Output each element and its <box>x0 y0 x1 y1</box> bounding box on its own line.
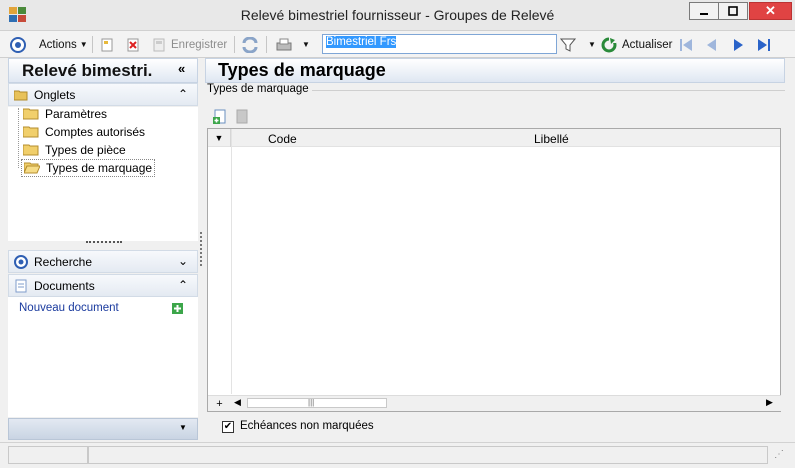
expand-chevron-icon: ⌄ <box>177 254 188 268</box>
target-button[interactable] <box>10 35 26 54</box>
tree-item-comptes-autorises[interactable]: Comptes autorisés <box>23 124 145 140</box>
maximize-button[interactable] <box>718 2 748 20</box>
splitter-grip[interactable] <box>86 241 122 244</box>
folder-icon <box>23 108 39 120</box>
documents-panel <box>8 297 198 417</box>
search-input[interactable]: Bimestriel Frs <box>322 34 557 54</box>
tree-item-label: Comptes autorisés <box>45 125 146 139</box>
grid-header: ▼ Code Libellé <box>208 129 780 147</box>
tree-connector <box>18 108 19 168</box>
tree-item-label: Types de pièce <box>45 143 126 157</box>
tabs-section-label: Onglets <box>34 87 76 102</box>
status-cell <box>88 446 768 464</box>
column-chooser-icon[interactable]: ▼ <box>208 129 231 147</box>
print-button[interactable]: ▼ <box>274 35 310 54</box>
document-icon <box>15 279 27 292</box>
close-button[interactable]: ✕ <box>749 2 792 20</box>
open-folder-icon <box>24 162 40 174</box>
row-indicator-column <box>231 129 232 394</box>
target-icon <box>10 36 26 53</box>
documents-section-label: Documents <box>34 278 95 293</box>
delete-icon <box>127 38 139 51</box>
delete-row-icon[interactable] <box>234 109 250 125</box>
collapse-chevron-icon: ⌃ <box>177 278 188 292</box>
tree-item-label: Paramètres <box>45 107 108 121</box>
folder-icon <box>23 126 39 138</box>
echeances-checkbox[interactable]: ✔ <box>222 421 234 433</box>
resize-grip-icon[interactable]: ⋰ <box>774 449 784 460</box>
refresh-label: Actualiser <box>622 38 673 51</box>
status-bar: ⋰ <box>0 442 795 468</box>
dropdown-arrow-icon: ▼ <box>179 423 187 432</box>
data-grid[interactable]: ▼ Code Libellé + ◀ ▶ ||| <box>207 128 781 412</box>
tabs-section-header[interactable]: Onglets ⌃ <box>8 83 198 106</box>
dropdown-arrow-icon: ▼ <box>302 40 310 49</box>
toolbar: Actions ▼ Enregistrer ▼ Bimestriel Frs ▼… <box>0 31 795 58</box>
tree-item-label: Types de marquage <box>46 161 153 175</box>
maximize-icon <box>728 6 738 16</box>
delete-button[interactable] <box>125 35 141 54</box>
group-divider <box>311 90 785 91</box>
group-label: Types de marquage <box>207 83 312 95</box>
new-document-icon <box>101 38 113 51</box>
scroll-left-icon[interactable]: ◀ <box>234 397 241 408</box>
tree-item-types-de-piece[interactable]: Types de pièce <box>23 142 126 158</box>
echeances-checkbox-label: Echéances non marquées <box>240 420 374 432</box>
search-section-label: Recherche <box>34 254 93 269</box>
main-header: Types de marquage <box>205 58 785 83</box>
last-record-icon[interactable] <box>756 37 772 53</box>
scroll-thumb[interactable]: ||| <box>247 398 387 408</box>
target-icon <box>14 254 28 269</box>
actions-menu[interactable]: Actions ▼ <box>39 35 88 54</box>
minimize-icon <box>700 13 708 15</box>
close-icon: ✕ <box>765 3 776 18</box>
printer-icon <box>276 38 292 50</box>
scroll-right-icon[interactable]: ▶ <box>766 397 773 408</box>
vertical-splitter[interactable] <box>200 232 202 266</box>
save-icon <box>153 38 165 51</box>
sync-button[interactable] <box>241 35 259 54</box>
save-label: Enregistrer <box>171 38 228 51</box>
refresh-icon <box>601 36 617 52</box>
previous-record-icon[interactable] <box>704 37 720 53</box>
filter-button[interactable]: ▼ <box>560 35 596 54</box>
window-title: Relevé bimestriel fournisseur - Groupes … <box>240 7 555 23</box>
dropdown-arrow-icon: ▼ <box>588 40 596 49</box>
actions-label: Actions <box>39 38 77 51</box>
page-title: Types de marquage <box>218 60 386 80</box>
search-value: Bimestriel Frs <box>326 36 397 48</box>
minimize-button[interactable] <box>689 2 719 20</box>
sync-icon <box>242 36 258 53</box>
left-panel-footer[interactable]: ▼ <box>8 418 198 440</box>
add-row-icon[interactable] <box>212 109 228 125</box>
title-bar: Relevé bimestriel fournisseur - Groupes … <box>0 0 795 31</box>
column-header-libelle[interactable]: Libellé <box>534 132 569 146</box>
new-document-link[interactable]: Nouveau document <box>19 302 119 314</box>
refresh-button[interactable]: Actualiser <box>601 35 673 54</box>
collapse-chevron-icon: ⌃ <box>177 87 188 101</box>
new-button[interactable] <box>99 35 115 54</box>
search-section-header[interactable]: Recherche ⌄ <box>8 250 198 273</box>
documents-section-header[interactable]: Documents ⌃ <box>8 274 198 297</box>
add-icon[interactable] <box>172 303 183 314</box>
dropdown-arrow-icon: ▼ <box>79 40 88 49</box>
first-record-icon[interactable] <box>678 37 694 53</box>
folder-icon <box>14 90 28 100</box>
left-panel-header: Relevé bimestri. « <box>8 58 198 83</box>
save-button[interactable]: Enregistrer <box>151 35 227 54</box>
filter-icon <box>560 38 576 52</box>
tree-item-types-de-marquage[interactable]: Types de marquage <box>21 159 156 177</box>
status-cell <box>8 446 88 464</box>
next-record-icon[interactable] <box>730 37 746 53</box>
tree-item-parametres[interactable]: Paramètres <box>23 106 107 122</box>
scroll-grip: ||| <box>308 398 315 407</box>
collapse-panel-button[interactable]: « <box>178 61 185 76</box>
column-header-code[interactable]: Code <box>268 132 297 146</box>
horizontal-scrollbar[interactable]: ◀ ▶ ||| <box>231 395 781 411</box>
folder-icon <box>23 144 39 156</box>
left-panel-title: Relevé bimestri. <box>22 61 153 80</box>
add-row-button[interactable]: + <box>208 395 231 411</box>
